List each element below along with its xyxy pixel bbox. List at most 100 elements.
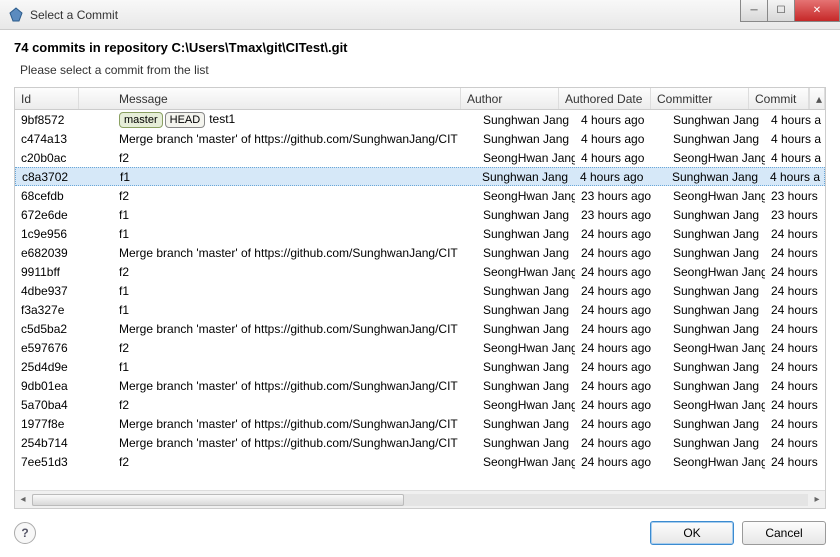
author: Sunghwan Jang — [477, 436, 575, 450]
table-row[interactable]: c474a13Merge branch 'master' of https://… — [15, 129, 825, 148]
table-row[interactable]: f3a327ef1Sunghwan Jang24 hours agoSunghw… — [15, 300, 825, 319]
committer: Sunghwan Jang — [667, 436, 765, 450]
table-row[interactable]: 68cefdbf2SeongHwan Jang23 hours agoSeong… — [15, 186, 825, 205]
authored-date: 24 hours ago — [575, 455, 667, 469]
horizontal-scrollbar[interactable]: ◂ ▸ — [15, 490, 825, 508]
author: Sunghwan Jang — [477, 284, 575, 298]
head-tag: HEAD — [165, 112, 206, 128]
authored-date: 24 hours ago — [575, 246, 667, 260]
authored-date: 24 hours ago — [575, 379, 667, 393]
commit-date: 24 hours — [765, 417, 825, 431]
scroll-thumb[interactable] — [32, 494, 404, 506]
author: SeongHwan Jang — [477, 341, 575, 355]
table-row[interactable]: 4dbe937f1Sunghwan Jang24 hours agoSunghw… — [15, 281, 825, 300]
commit-date: 4 hours a — [765, 132, 825, 146]
commit-id: 4dbe937 — [15, 284, 79, 298]
table-row[interactable]: 1c9e956f1Sunghwan Jang24 hours agoSunghw… — [15, 224, 825, 243]
commit-id: 25d4d9e — [15, 360, 79, 374]
help-icon[interactable]: ? — [14, 522, 36, 544]
commit-message: f1 — [113, 360, 477, 374]
window-title: Select a Commit — [30, 8, 741, 22]
author: Sunghwan Jang — [477, 227, 575, 241]
col-message[interactable]: Message — [113, 88, 461, 109]
commit-id: e597676 — [15, 341, 79, 355]
commit-date: 24 hours — [765, 303, 825, 317]
authored-date: 23 hours ago — [575, 208, 667, 222]
commit-id: 9bf8572 — [15, 113, 79, 127]
table-row[interactable]: e682039 Merge branch 'master' of https://… — [15, 243, 825, 262]
commit-id: 672e6de — [15, 208, 79, 222]
titlebar[interactable]: Select a Commit ─ ☐ ✕ — [0, 0, 840, 30]
author: SeongHwan Jang — [477, 151, 575, 165]
col-committer[interactable]: Committer — [651, 88, 749, 109]
table-row[interactable]: 9911bfff2SeongHwan Jang24 hours agoSeong… — [15, 262, 825, 281]
col-id[interactable]: Id — [15, 88, 79, 109]
commit-date: 24 hours — [765, 398, 825, 412]
authored-date: 24 hours ago — [575, 341, 667, 355]
commit-date: 23 hours — [765, 208, 825, 222]
commit-message: f2 — [113, 189, 477, 203]
table-body[interactable]: 9bf8572masterHEADtest1Sunghwan Jang4 hou… — [15, 110, 825, 490]
table-row[interactable]: 25d4d9ef1Sunghwan Jang24 hours agoSunghw… — [15, 357, 825, 376]
col-graph[interactable] — [79, 88, 113, 109]
table-row[interactable]: 7ee51d3f2SeongHwan Jang24 hours agoSeong… — [15, 452, 825, 471]
commit-message: Merge branch 'master' of https://github.… — [113, 246, 477, 260]
commit-message: f2 — [113, 341, 477, 355]
close-button[interactable]: ✕ — [794, 0, 840, 22]
scroll-track[interactable] — [32, 494, 808, 506]
authored-date: 24 hours ago — [575, 227, 667, 241]
commit-id: e682039 — [15, 246, 79, 260]
commit-id: 68cefdb — [15, 189, 79, 203]
table-row[interactable]: 672e6def1Sunghwan Jang23 hours agoSunghw… — [15, 205, 825, 224]
commit-date: 24 hours — [765, 284, 825, 298]
authored-date: 24 hours ago — [575, 284, 667, 298]
table-row[interactable]: 254b714Merge branch 'master' of https://… — [15, 433, 825, 452]
commit-date: 24 hours — [765, 322, 825, 336]
commit-message: Merge branch 'master' of https://github.… — [113, 322, 477, 336]
commit-message: Merge branch 'master' of https://github.… — [113, 132, 477, 146]
authored-date: 24 hours ago — [575, 265, 667, 279]
commit-id: c20b0ac — [15, 151, 79, 165]
minimize-button[interactable]: ─ — [740, 0, 768, 22]
author: Sunghwan Jang — [477, 208, 575, 222]
commit-message: f1 — [113, 303, 477, 317]
committer: Sunghwan Jang — [667, 417, 765, 431]
committer: SeongHwan Jang — [667, 398, 765, 412]
table-header: Id Message Author Authored Date Committe… — [15, 88, 825, 110]
table-row[interactable]: 9db01eaMerge branch 'master' of https://… — [15, 376, 825, 395]
committer: Sunghwan Jang — [667, 379, 765, 393]
table-row[interactable]: c5d5ba2Merge branch 'master' of https://… — [15, 319, 825, 338]
table-row[interactable]: c8a3702f1Sunghwan Jang4 hours agoSunghwa… — [15, 167, 825, 186]
commit-message: f2 — [113, 455, 477, 469]
author: Sunghwan Jang — [477, 360, 575, 374]
author: Sunghwan Jang — [477, 417, 575, 431]
cancel-button[interactable]: Cancel — [742, 521, 826, 545]
commit-date: 4 hours a — [765, 113, 825, 127]
commit-id: 9db01ea — [15, 379, 79, 393]
scroll-left-icon[interactable]: ◂ — [15, 494, 31, 505]
scroll-up-icon[interactable]: ▴ — [809, 88, 825, 109]
table-row[interactable]: 5a70ba4f2SeongHwan Jang24 hours agoSeong… — [15, 395, 825, 414]
col-authored-date[interactable]: Authored Date — [559, 88, 651, 109]
commit-id: 7ee51d3 — [15, 455, 79, 469]
table-row[interactable]: e597676f2SeongHwan Jang24 hours agoSeong… — [15, 338, 825, 357]
table-row[interactable]: 9bf8572masterHEADtest1Sunghwan Jang4 hou… — [15, 110, 825, 129]
commit-message: Merge branch 'master' of https://github.… — [113, 417, 477, 431]
committer: SeongHwan Jang — [667, 265, 765, 279]
author: Sunghwan Jang — [477, 113, 575, 127]
scroll-right-icon[interactable]: ▸ — [809, 494, 825, 505]
commit-date: 23 hours — [765, 189, 825, 203]
col-author[interactable]: Author — [461, 88, 559, 109]
author: Sunghwan Jang — [477, 303, 575, 317]
col-commit-date[interactable]: Commit — [749, 88, 809, 109]
committer: Sunghwan Jang — [667, 132, 765, 146]
table-row[interactable]: c20b0acf2SeongHwan Jang4 hours agoSeongH… — [15, 148, 825, 167]
table-row[interactable]: 1977f8eMerge branch 'master' of https://… — [15, 414, 825, 433]
authored-date: 24 hours ago — [575, 322, 667, 336]
authored-date: 24 hours ago — [575, 398, 667, 412]
authored-date: 24 hours ago — [575, 360, 667, 374]
authored-date: 24 hours ago — [575, 417, 667, 431]
maximize-button[interactable]: ☐ — [767, 0, 795, 22]
ok-button[interactable]: OK — [650, 521, 734, 545]
commit-table: Id Message Author Authored Date Committe… — [14, 87, 826, 509]
